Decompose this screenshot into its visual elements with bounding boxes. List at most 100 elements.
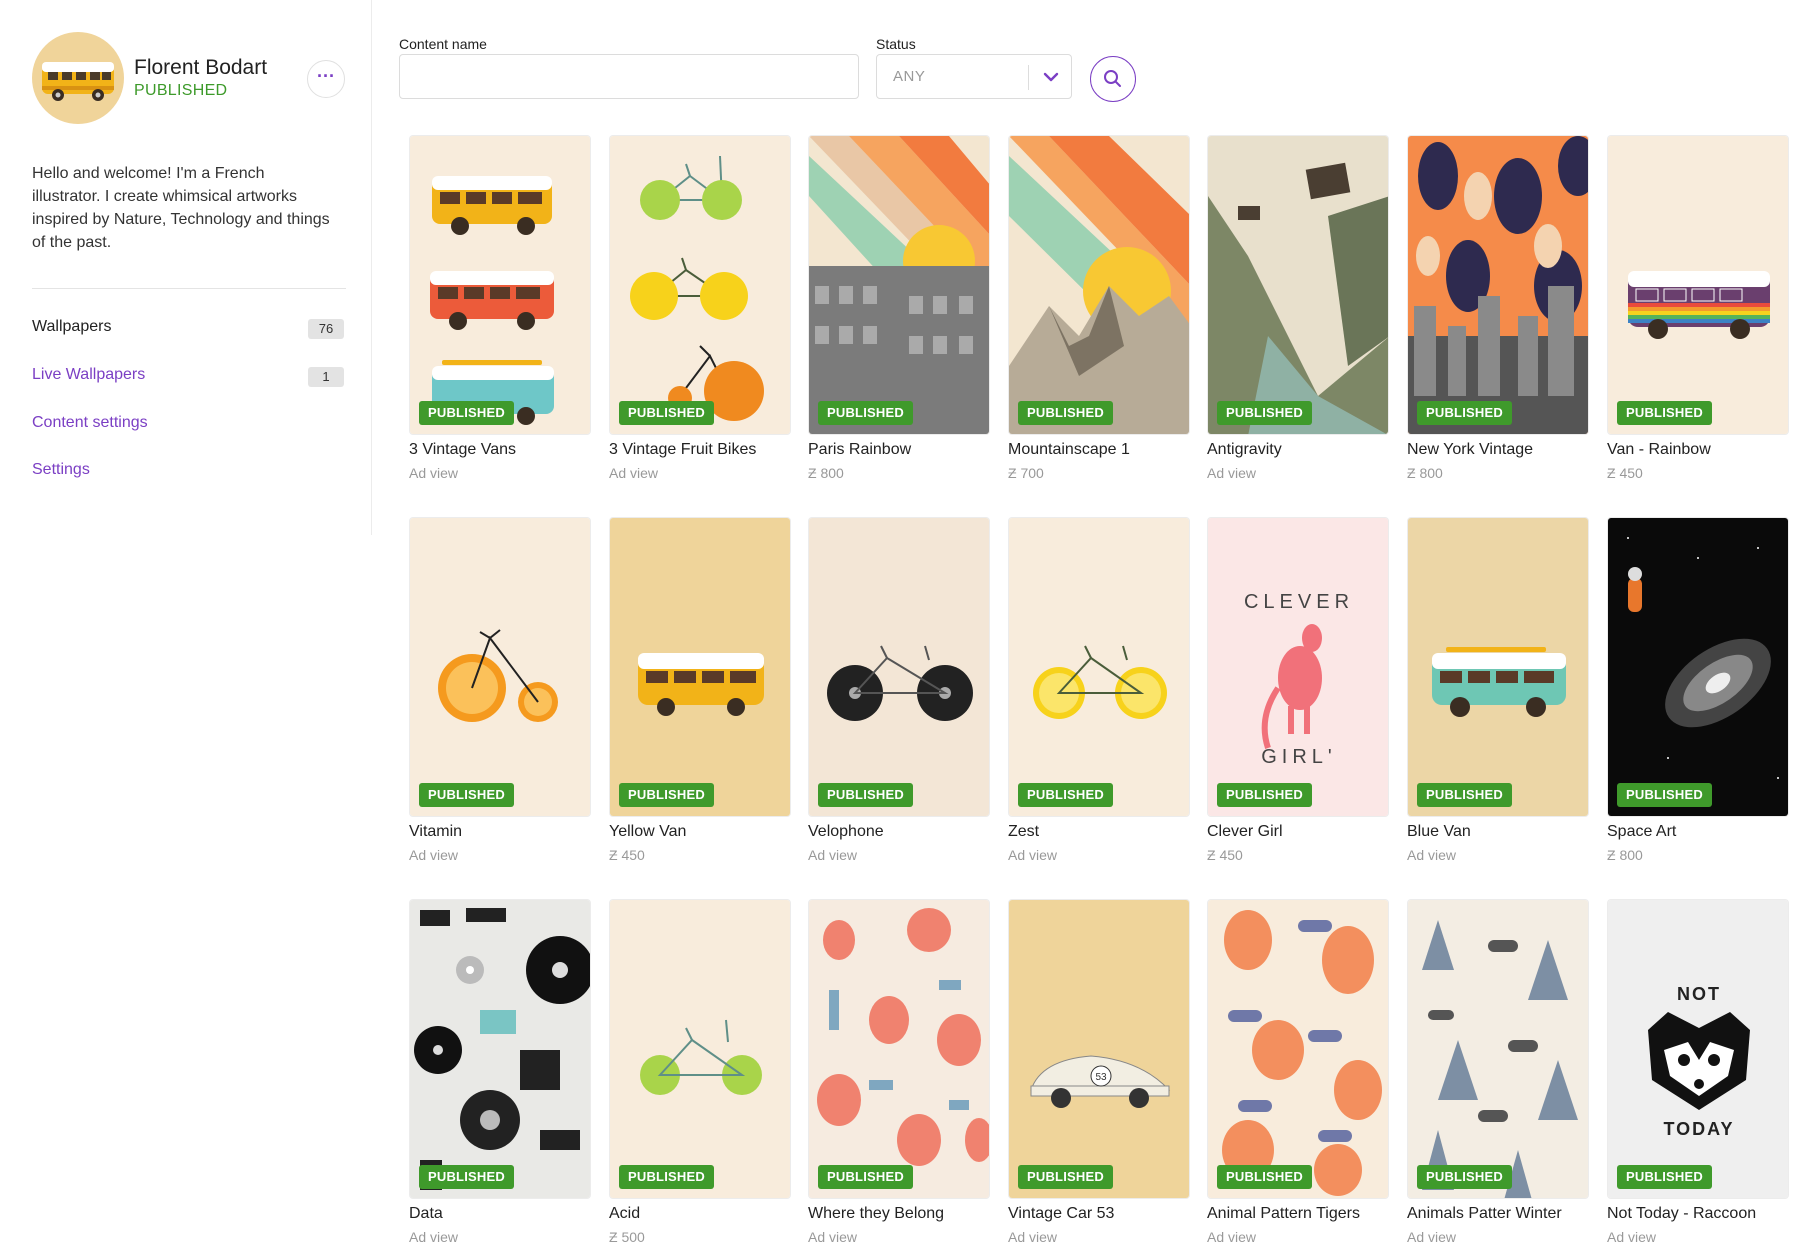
content-title[interactable]: Data [409,1205,443,1223]
content-price: Ƶ 450 [1207,847,1243,863]
content-title[interactable]: 3 Vintage Vans [409,441,516,459]
status-badge: PUBLISHED [1417,1165,1512,1189]
wallpapers-count-badge: 76 [308,319,344,339]
content-thumbnail[interactable]: NOT TODAY PUBLISHED [1607,899,1789,1199]
content-thumbnail[interactable]: PUBLISHED [808,517,990,817]
content-title[interactable]: Where they Belong [808,1205,944,1223]
content-thumbnail[interactable]: PUBLISHED [1407,899,1589,1199]
content-price: Ad view [409,465,459,481]
content-title[interactable]: Space Art [1607,823,1676,841]
content-price: Ad view [1207,1229,1257,1242]
content-name-input[interactable] [399,54,859,99]
profile-sidebar: Florent Bodart PUBLISHED ··· Hello and w… [0,0,372,535]
content-title[interactable]: New York Vintage [1407,441,1533,459]
profile-name: Florent Bodart [134,56,268,79]
status-badge: PUBLISHED [818,783,913,807]
content-thumbnail[interactable]: PUBLISHED [609,899,791,1199]
status-badge: PUBLISHED [419,1165,514,1189]
content-title[interactable]: Velophone [808,823,884,841]
content-title[interactable]: Animals Patter Winter [1407,1205,1562,1223]
content-price: Ad view [1607,1229,1657,1242]
content-title[interactable]: Acid [609,1205,640,1223]
content-price: Ƶ 800 [1407,465,1443,481]
content-thumbnail[interactable]: PUBLISHED [409,899,591,1199]
content-title[interactable]: Zest [1008,823,1039,841]
art-text: 53 [1095,1072,1107,1083]
nav-item-live-wallpapers[interactable]: Live Wallpapers [32,366,145,384]
art-text-top: NOT [1677,984,1721,1004]
search-icon [1104,70,1121,87]
status-badge: PUBLISHED [1217,783,1312,807]
content-price: Ad view [808,1229,858,1242]
content-title[interactable]: Paris Rainbow [808,441,911,459]
content-title[interactable]: Van - Rainbow [1607,441,1711,459]
status-badge: PUBLISHED [818,401,913,425]
content-title[interactable]: Antigravity [1207,441,1282,459]
content-title[interactable]: Clever Girl [1207,823,1283,841]
status-badge: PUBLISHED [1617,1165,1712,1189]
status-badge: PUBLISHED [619,1165,714,1189]
content-thumbnail[interactable]: PUBLISHED [1008,135,1190,435]
content-price: Ad view [609,465,659,481]
content-thumbnail[interactable]: PUBLISHED [1407,135,1589,435]
content-title[interactable]: Not Today - Raccoon [1607,1205,1756,1223]
content-thumbnail[interactable]: 53 PUBLISHED [1008,899,1190,1199]
content-price: Ad view [409,847,459,863]
content-price: Ƶ 800 [1607,847,1643,863]
content-thumbnail[interactable]: PUBLISHED [1607,517,1789,817]
content-title[interactable]: Yellow Van [609,823,686,841]
status-badge: PUBLISHED [1417,783,1512,807]
chevron-down-icon[interactable] [1037,65,1065,90]
status-selected-value: ANY [893,68,926,85]
content-price: Ad view [1207,465,1257,481]
content-thumbnail[interactable]: PUBLISHED [409,517,591,817]
content-thumbnail[interactable]: PUBLISHED [808,135,990,435]
van-avatar-icon [42,62,114,101]
content-thumbnail[interactable]: PUBLISHED [808,899,990,1199]
content-name-label: Content name [399,36,487,52]
content-thumbnail[interactable]: PUBLISHED [1407,517,1589,817]
content-title[interactable]: Animal Pattern Tigers [1207,1205,1360,1223]
status-badge: PUBLISHED [419,401,514,425]
content-title[interactable]: Vintage Car 53 [1008,1205,1114,1223]
content-thumbnail[interactable]: PUBLISHED [1008,517,1190,817]
status-badge: PUBLISHED [1018,783,1113,807]
status-select[interactable]: ANY [876,54,1072,99]
nav-item-content-settings[interactable]: Content settings [32,414,148,432]
avatar [32,32,124,124]
status-badge: PUBLISHED [1018,1165,1113,1189]
status-badge: PUBLISHED [1617,401,1712,425]
content-price: Ad view [1008,847,1058,863]
content-price: Ad view [1407,1229,1457,1242]
content-thumbnail[interactable]: CLEVER GIRL' PUBLISHED [1207,517,1389,817]
status-badge: PUBLISHED [1018,401,1113,425]
nav-item-wallpapers[interactable]: Wallpapers [32,318,111,336]
content-thumbnail[interactable]: PUBLISHED [1207,135,1389,435]
content-price: Ƶ 500 [609,1229,645,1242]
content-title[interactable]: 3 Vintage Fruit Bikes [609,441,756,459]
content-thumbnail[interactable]: PUBLISHED [409,135,591,435]
content-thumbnail[interactable]: PUBLISHED [609,517,791,817]
select-separator [1028,65,1029,90]
profile-status: PUBLISHED [134,82,228,99]
content-title[interactable]: Mountainscape 1 [1008,441,1130,459]
status-badge: PUBLISHED [619,783,714,807]
content-thumbnail[interactable]: PUBLISHED [1207,899,1389,1199]
content-price: Ƶ 800 [808,465,844,481]
live-wallpapers-count-badge: 1 [308,367,344,387]
content-price: Ad view [409,1229,459,1242]
content-title[interactable]: Blue Van [1407,823,1471,841]
profile-bio: Hello and welcome! I'm a French illustra… [32,165,330,251]
more-options-button[interactable]: ··· [307,60,345,98]
status-badge: PUBLISHED [1617,783,1712,807]
content-thumbnail[interactable]: PUBLISHED [609,135,791,435]
content-thumbnail[interactable]: PUBLISHED [1607,135,1789,435]
art-text-bottom: TODAY [1663,1119,1734,1139]
content-price: Ƶ 450 [609,847,645,863]
search-button[interactable] [1090,56,1136,102]
status-badge: PUBLISHED [419,783,514,807]
nav-item-settings[interactable]: Settings [32,461,90,479]
status-badge: PUBLISHED [1217,401,1312,425]
content-title[interactable]: Vitamin [409,823,462,841]
divider [32,288,346,289]
